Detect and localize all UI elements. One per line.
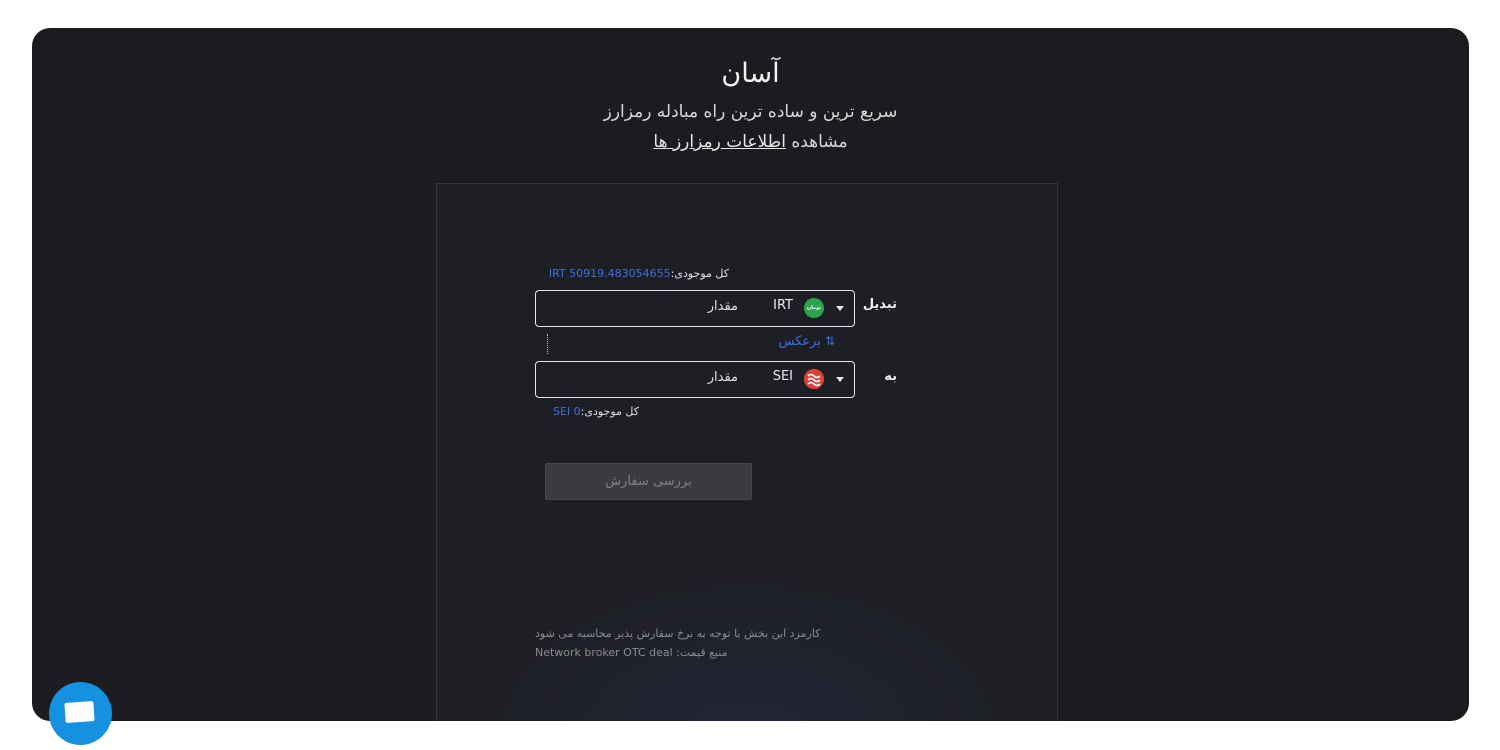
connector-line bbox=[547, 334, 548, 354]
price-source-value: Network broker OTC deal bbox=[535, 646, 673, 659]
exchange-card: کل موجودی:IRT 50919.483054655 تبدیل مقدا… bbox=[436, 183, 1058, 721]
page-subtitle: سریع ترین و ساده ترین راه مبادله رمزارز bbox=[603, 102, 898, 122]
from-amount-field[interactable]: مقدار IRT تومان bbox=[535, 290, 855, 327]
to-balance: کل موجودی:SEI 0 bbox=[553, 405, 639, 418]
toman-coin-icon: تومان bbox=[804, 298, 824, 318]
view-info-line: مشاهده اطلاعات رمزارز ها bbox=[32, 132, 1469, 152]
from-balance: کل موجودی:IRT 50919.483054655 bbox=[549, 267, 729, 280]
app-frame: آسان سریع ترین و ساده ترین راه مبادله رم… bbox=[32, 28, 1469, 721]
chat-button[interactable] bbox=[49, 682, 112, 745]
to-currency-code[interactable]: SEI bbox=[773, 369, 793, 384]
from-label: تبدیل bbox=[862, 297, 897, 312]
page-title: آسان bbox=[721, 58, 780, 89]
chevron-down-icon[interactable] bbox=[836, 377, 844, 382]
price-source-line: Network broker OTC deal منبع قیمت: bbox=[535, 646, 727, 659]
chat-icon bbox=[64, 701, 95, 723]
from-currency-code[interactable]: IRT bbox=[773, 298, 793, 313]
review-order-button[interactable]: بررسی سفارش bbox=[545, 463, 752, 500]
sei-coin-icon bbox=[804, 369, 824, 389]
to-amount-field[interactable]: مقدار SEI bbox=[535, 361, 855, 398]
to-balance-value[interactable]: SEI 0 bbox=[553, 405, 581, 418]
to-label: به bbox=[884, 369, 897, 384]
crypto-info-link[interactable]: اطلاعات رمزارز ها bbox=[653, 132, 786, 152]
from-amount-input[interactable]: مقدار bbox=[708, 299, 738, 314]
chevron-down-icon[interactable] bbox=[836, 306, 844, 311]
swap-vertical-icon: ⇅ bbox=[824, 334, 835, 348]
reverse-button[interactable]: ⇅برعکس bbox=[779, 334, 835, 349]
fee-note: کارمزد این بخش با توجه به نرخ سفارش پذیر… bbox=[535, 627, 821, 640]
from-balance-value[interactable]: IRT 50919.483054655 bbox=[549, 267, 671, 280]
from-balance-label: کل موجودی: bbox=[670, 267, 729, 280]
to-balance-label: کل موجودی: bbox=[580, 405, 639, 418]
to-amount-input[interactable]: مقدار bbox=[708, 370, 738, 385]
reverse-label: برعکس bbox=[778, 334, 821, 349]
view-prefix: مشاهده bbox=[791, 132, 848, 152]
price-source-label: منبع قیمت: bbox=[676, 646, 728, 659]
